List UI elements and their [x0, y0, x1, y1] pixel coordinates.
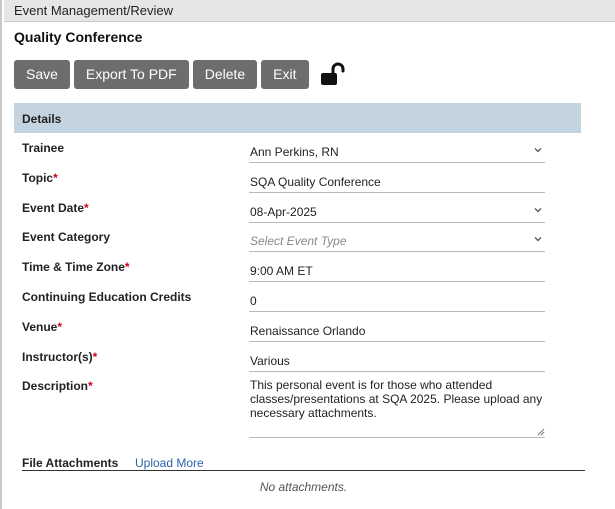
- event-review-window: Event Management/Review Quality Conferen…: [0, 0, 615, 509]
- ce-credits-row: Continuing Education Credits 0: [22, 290, 545, 320]
- topic-label: Topic*: [22, 171, 58, 185]
- event-title: Quality Conference: [14, 29, 143, 45]
- event-category-select[interactable]: Select Event Type: [249, 230, 545, 252]
- description-textarea[interactable]: This personal event is for those who att…: [249, 376, 545, 438]
- export-pdf-button[interactable]: Export To PDF: [73, 60, 189, 89]
- trainee-row: Trainee Ann Perkins, RN: [22, 141, 545, 171]
- venue-label: Venue*: [22, 320, 63, 334]
- event-date-row: Event Date* 08-Apr-2025: [22, 201, 545, 231]
- chevron-down-icon: [534, 208, 542, 213]
- action-toolbar: Save Export To PDF Delete Exit: [14, 60, 347, 89]
- topic-row: Topic* SQA Quality Conference: [22, 171, 545, 201]
- description-label: Description*: [22, 379, 93, 393]
- no-attachments-text: No attachments.: [259, 480, 348, 494]
- venue-input[interactable]: Renaissance Orlando: [249, 320, 545, 342]
- venue-row: Venue* Renaissance Orlando: [22, 320, 545, 350]
- ce-credits-input[interactable]: 0: [249, 290, 545, 312]
- upload-more-link[interactable]: Upload More: [135, 456, 204, 470]
- ce-credits-label: Continuing Education Credits: [22, 290, 192, 304]
- file-attachments-label: File Attachments: [22, 456, 119, 470]
- event-date-picker[interactable]: 08-Apr-2025: [249, 201, 545, 223]
- exit-button[interactable]: Exit: [261, 60, 309, 89]
- delete-button[interactable]: Delete: [192, 60, 258, 89]
- time-zone-label: Time & Time Zone*: [22, 260, 130, 274]
- event-date-label: Event Date*: [22, 201, 89, 215]
- window-title: Event Management/Review: [4, 0, 615, 22]
- time-zone-input[interactable]: 9:00 AM ET: [249, 260, 545, 282]
- details-section-header: Details: [14, 103, 581, 133]
- trainee-select[interactable]: Ann Perkins, RN: [249, 141, 545, 163]
- instructors-input[interactable]: Various: [249, 350, 545, 372]
- resize-handle-icon[interactable]: [537, 428, 545, 436]
- file-attachments-header: File Attachments Upload More: [22, 455, 585, 471]
- trainee-label: Trainee: [22, 141, 65, 155]
- instructors-label: Instructor(s)*: [22, 350, 98, 364]
- topic-input[interactable]: SQA Quality Conference: [249, 171, 545, 193]
- unlock-icon[interactable]: [319, 61, 347, 89]
- event-category-row: Event Category Select Event Type: [22, 230, 545, 260]
- time-zone-row: Time & Time Zone* 9:00 AM ET: [22, 260, 545, 290]
- event-category-label: Event Category: [22, 230, 111, 244]
- save-button[interactable]: Save: [14, 60, 70, 89]
- chevron-down-icon: [534, 237, 542, 242]
- chevron-down-icon: [534, 148, 542, 153]
